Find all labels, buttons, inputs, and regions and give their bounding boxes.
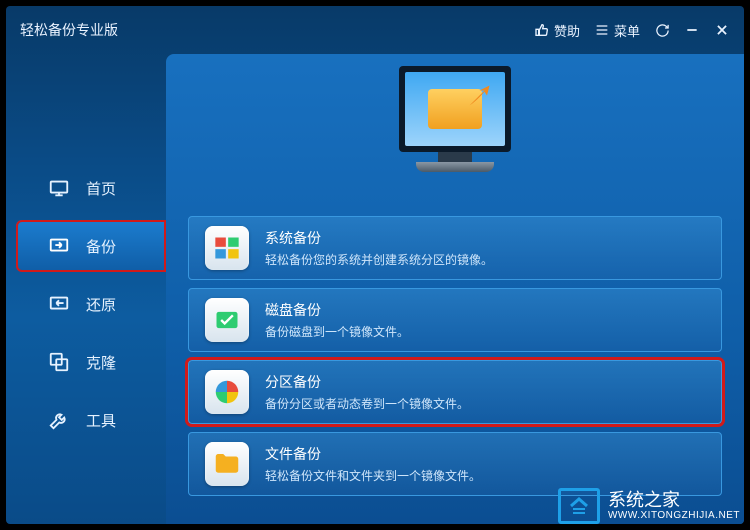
menu-button[interactable]: 菜单: [594, 21, 640, 40]
minimize-button[interactable]: [684, 22, 700, 38]
option-desc: 轻松备份您的系统并创建系统分区的镜像。: [265, 251, 493, 268]
watermark: 系统之家 WWW.XITONGZHIJIA.NET: [558, 488, 740, 524]
option-desc: 备份磁盘到一个镜像文件。: [265, 323, 409, 340]
option-title: 磁盘备份: [265, 300, 409, 320]
windows-icon: [205, 226, 249, 270]
refresh-button[interactable]: [654, 22, 670, 38]
main-panel: 系统备份 轻松备份您的系统并创建系统分区的镜像。 磁盘备份 备份磁盘到一个镜像文…: [166, 54, 744, 524]
partition-icon: [205, 370, 249, 414]
watermark-url: WWW.XITONGZHIJIA.NET: [608, 510, 740, 521]
folder-icon: [428, 89, 482, 129]
watermark-logo-icon: [558, 488, 600, 524]
close-button[interactable]: [714, 22, 730, 38]
option-title: 系统备份: [265, 228, 493, 248]
sidebar-item-home[interactable]: 首页: [6, 162, 166, 214]
option-title: 文件备份: [265, 444, 481, 464]
thumbs-up-button[interactable]: 赞助: [534, 21, 580, 40]
option-partition-backup[interactable]: 分区备份 备份分区或者动态卷到一个镜像文件。: [188, 360, 722, 424]
option-desc: 备份分区或者动态卷到一个镜像文件。: [265, 395, 469, 412]
option-title: 分区备份: [265, 372, 469, 392]
sidebar-item-label: 还原: [86, 294, 116, 315]
app-title: 轻松备份专业版: [20, 20, 118, 40]
disk-icon: [205, 298, 249, 342]
sidebar-item-label: 克隆: [86, 352, 116, 373]
home-icon: [48, 177, 70, 199]
sidebar-item-label: 备份: [86, 236, 116, 257]
titlebar: 轻松备份专业版 赞助 菜单: [6, 6, 744, 54]
option-disk-backup[interactable]: 磁盘备份 备份磁盘到一个镜像文件。: [188, 288, 722, 352]
sidebar-item-backup[interactable]: 备份: [16, 220, 166, 272]
restore-icon: [48, 293, 70, 315]
menu-icon: [594, 22, 610, 38]
sidebar-item-restore[interactable]: 还原: [6, 278, 166, 330]
watermark-title: 系统之家: [608, 491, 740, 511]
option-system-backup[interactable]: 系统备份 轻松备份您的系统并创建系统分区的镜像。: [188, 216, 722, 280]
sidebar-item-label: 工具: [86, 410, 116, 431]
clone-icon: [48, 351, 70, 373]
sidebar-item-label: 首页: [86, 178, 116, 199]
hero-image: [166, 64, 744, 216]
option-file-backup[interactable]: 文件备份 轻松备份文件和文件夹到一个镜像文件。: [188, 432, 722, 496]
sidebar-item-tools[interactable]: 工具: [6, 394, 166, 446]
sidebar-item-clone[interactable]: 克隆: [6, 336, 166, 388]
sidebar: 首页 备份 还原 克隆: [6, 54, 166, 524]
tools-icon: [48, 409, 70, 431]
thumbs-up-icon: [534, 22, 550, 38]
folder-icon: [205, 442, 249, 486]
backup-icon: [48, 235, 70, 257]
option-desc: 轻松备份文件和文件夹到一个镜像文件。: [265, 467, 481, 484]
